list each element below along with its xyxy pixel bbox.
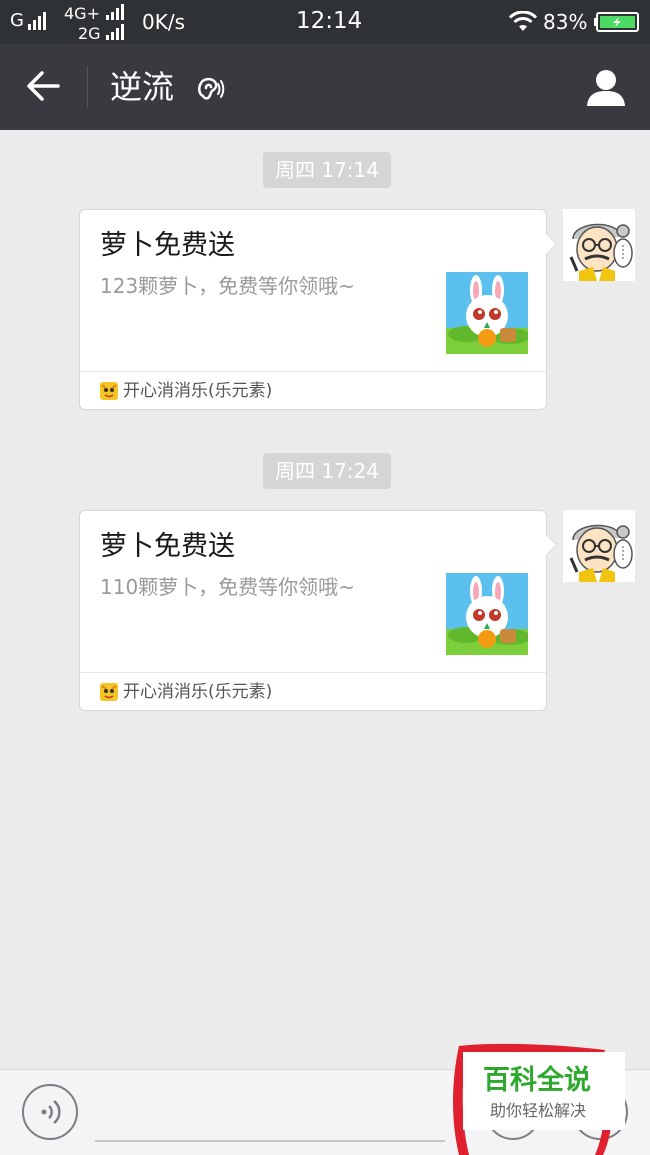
signal-icon bbox=[106, 4, 124, 20]
shared-link-card[interactable]: 萝卜免费送 123颗萝卜，免费等你领哦~ 开心消消乐(乐元素) bbox=[79, 209, 557, 410]
app-icon bbox=[100, 683, 118, 701]
card-description: 110颗萝卜，免费等你领哦~ bbox=[100, 575, 355, 599]
nav-divider bbox=[87, 66, 88, 108]
watermark-brand: 百科全说 bbox=[483, 1065, 591, 1096]
person-icon bbox=[587, 70, 625, 106]
wifi-icon bbox=[508, 11, 538, 31]
message-timestamp: 周四 17:24 bbox=[263, 453, 391, 489]
card-description: 123颗萝卜，免费等你领哦~ bbox=[100, 274, 355, 298]
avatar[interactable] bbox=[563, 510, 635, 582]
carrier-label: G bbox=[10, 10, 24, 31]
message-timestamp: 周四 17:14 bbox=[263, 152, 391, 188]
old-man-avatar-icon bbox=[563, 510, 635, 582]
chat-info-button[interactable] bbox=[584, 66, 628, 110]
network-type-top: 4G+ bbox=[64, 4, 100, 23]
avatar[interactable] bbox=[563, 209, 635, 281]
chat-title: 逆流 bbox=[110, 68, 175, 106]
watermark-slogan: 助你轻松解决 bbox=[490, 1101, 587, 1120]
bunny-thumbnail-icon bbox=[446, 272, 528, 354]
voice-icon bbox=[41, 1100, 61, 1124]
status-bar: G 4G+ 2G 0K/s 12:14 83% bbox=[0, 0, 650, 44]
voice-input-button[interactable] bbox=[22, 1084, 78, 1140]
card-title: 萝卜免费送 bbox=[100, 531, 235, 562]
battery-icon bbox=[594, 12, 639, 32]
bunny-thumbnail-icon bbox=[446, 573, 528, 655]
network-speed: 0K/s bbox=[142, 10, 185, 34]
back-button[interactable] bbox=[22, 64, 66, 108]
arrow-left-icon bbox=[27, 71, 60, 101]
card-title: 萝卜免费送 bbox=[100, 230, 235, 261]
app-name: 开心消消乐(乐元素) bbox=[123, 381, 273, 401]
network-type-bottom: 2G bbox=[78, 24, 101, 43]
card-footer: 开心消消乐(乐元素) bbox=[80, 371, 546, 409]
clock: 12:14 bbox=[296, 8, 363, 34]
watermark: 百科全说 助你轻松解决 bbox=[463, 1052, 625, 1130]
battery-percent: 83% bbox=[543, 10, 588, 34]
signal-icon bbox=[106, 24, 124, 40]
old-man-avatar-icon bbox=[563, 209, 635, 281]
app-name: 开心消消乐(乐元素) bbox=[123, 682, 273, 702]
message-input[interactable] bbox=[95, 1140, 445, 1142]
ear-icon[interactable] bbox=[195, 74, 225, 104]
navigation-bar: 逆流 bbox=[0, 44, 650, 130]
app-icon bbox=[100, 382, 118, 400]
shared-link-card[interactable]: 萝卜免费送 110颗萝卜，免费等你领哦~ 开心消消乐(乐元素) bbox=[79, 510, 557, 711]
signal-icon bbox=[28, 12, 46, 30]
card-footer: 开心消消乐(乐元素) bbox=[80, 672, 546, 710]
